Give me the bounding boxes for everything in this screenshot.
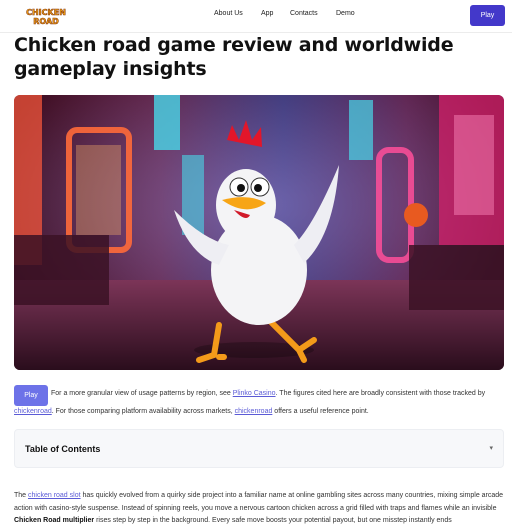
header-play-button[interactable]: Play	[470, 5, 505, 26]
main-nav: About Us App Contacts Demo	[0, 0, 512, 32]
intro-line-1: For a more granular view of usage patter…	[51, 390, 485, 397]
intro-text: . For those comparing platform availabil…	[51, 408, 235, 415]
intro-line-2: chickenroad. For those comparing platfor…	[14, 408, 369, 415]
nav-demo[interactable]: Demo	[336, 10, 355, 17]
inline-play-button[interactable]: Play	[14, 385, 48, 406]
chickenroad-link-1[interactable]: chickenroad	[14, 408, 52, 415]
hero-image	[14, 95, 504, 370]
body-text: rises step by step in the background. Ev…	[94, 517, 452, 524]
intro-text: For a more granular view of usage patter…	[51, 390, 233, 397]
toc-title: Table of Contents	[25, 444, 101, 454]
plinko-casino-link[interactable]: Plinko Casino	[233, 390, 276, 397]
page-title: Chicken road game review and worldwide g…	[14, 34, 454, 80]
body-bold-text: Chicken Road multiplier	[14, 517, 95, 524]
site-header: CHICKEN ROAD About Us App Contacts Demo …	[0, 0, 512, 33]
body-text: has quickly evolved from a quirky side p…	[14, 492, 504, 512]
article-body: The chicken road slot has quickly evolve…	[14, 490, 504, 528]
chevron-down-icon[interactable]: ▾	[489, 444, 493, 452]
table-of-contents[interactable]: Table of Contents ▾	[14, 429, 504, 468]
intro-text: . The figures cited here are broadly con…	[275, 390, 486, 397]
chicken-road-slot-link[interactable]: chicken road slot	[28, 492, 81, 499]
body-text: The	[14, 492, 29, 499]
chickenroad-link-2[interactable]: chickenroad	[235, 408, 273, 415]
running-chicken-illustration	[14, 95, 504, 370]
nav-contacts[interactable]: Contacts	[290, 10, 318, 17]
nav-app[interactable]: App	[261, 10, 273, 17]
intro-text: offers a useful reference point.	[272, 408, 369, 415]
nav-about-us[interactable]: About Us	[214, 10, 243, 17]
